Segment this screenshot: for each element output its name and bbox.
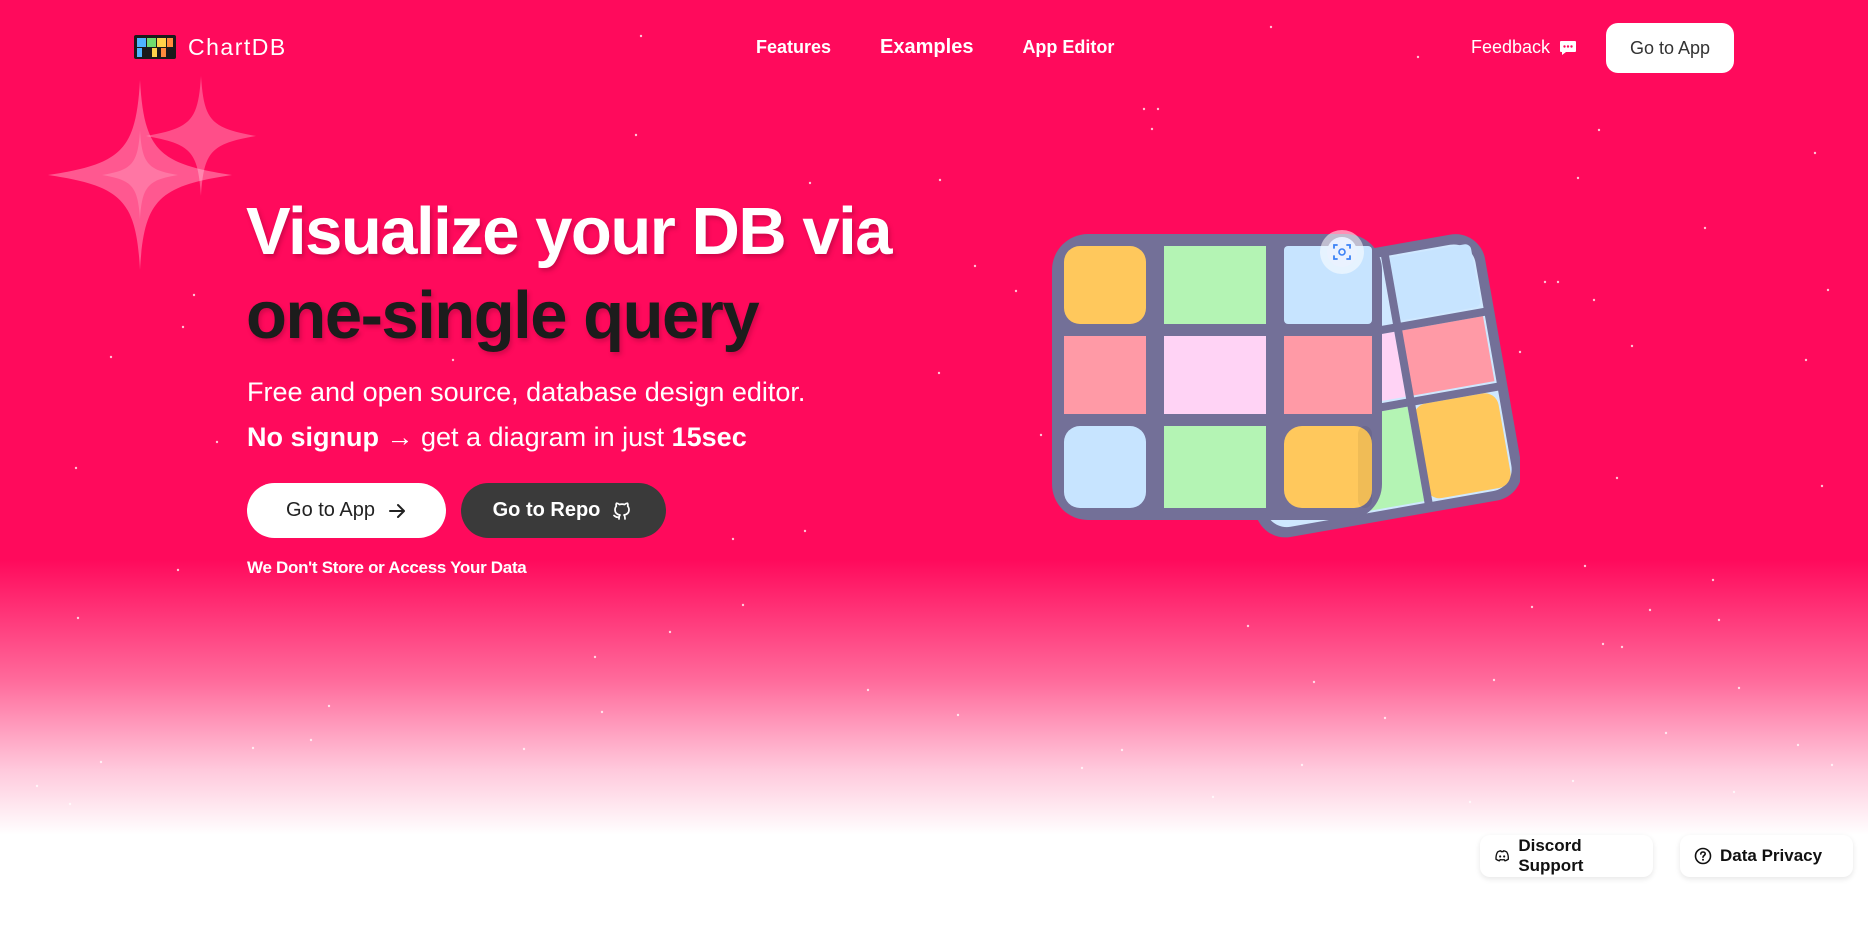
chartdb-logo-icon xyxy=(134,35,176,59)
site-header: ChartDB Features Examples App Editor Fee… xyxy=(0,0,1868,96)
hero-section: ChartDB Features Examples App Editor Fee… xyxy=(0,0,1868,925)
question-circle-icon xyxy=(1694,847,1712,865)
speech-bubble-icon xyxy=(1560,40,1577,55)
discord-support-label: Discord Support xyxy=(1518,836,1584,875)
subtitle-no-signup: No signup xyxy=(247,422,379,452)
hero-headline: Visualize your DB via one-single query xyxy=(246,190,892,358)
subtitle-middle: → get a diagram in just xyxy=(378,422,672,452)
feedback-link[interactable]: Feedback xyxy=(1471,37,1577,58)
data-privacy-button[interactable]: Data Privacy xyxy=(1680,835,1853,877)
star-field xyxy=(35,25,1834,806)
focus-scan-icon xyxy=(1320,230,1364,274)
go-to-repo-label: Go to Repo xyxy=(492,499,601,521)
brand-logo[interactable]: ChartDB xyxy=(134,33,287,61)
subtitle-line-2: No signup → get a diagram in just 15sec xyxy=(247,415,805,460)
github-icon xyxy=(613,501,631,520)
main-nav: Features Examples App Editor xyxy=(756,36,1163,59)
data-privacy-note: We Don't Store or Access Your Data xyxy=(247,558,527,577)
database-grid-illustration xyxy=(1052,230,1520,538)
hero-go-to-repo-button[interactable]: Go to Repo xyxy=(461,483,666,538)
nav-features[interactable]: Features xyxy=(756,37,831,58)
header-go-to-app-button[interactable]: Go to App xyxy=(1606,23,1734,73)
discord-support-button[interactable]: Discord Support xyxy=(1480,835,1653,877)
hero-go-to-app-button[interactable]: Go to App xyxy=(247,483,446,538)
data-privacy-label: Data Privacy xyxy=(1720,846,1823,865)
discord-icon xyxy=(1495,850,1510,862)
feedback-label: Feedback xyxy=(1471,37,1551,57)
headline-line-1: Visualize your DB via xyxy=(246,194,892,269)
nav-examples[interactable]: Examples xyxy=(880,36,973,59)
subtitle-duration: 15sec xyxy=(671,422,747,452)
nav-app-editor[interactable]: App Editor xyxy=(1022,37,1114,58)
headline-line-2: one-single query xyxy=(246,278,760,353)
hero-subtitle: Free and open source, database design ed… xyxy=(247,370,805,460)
go-to-app-label: Go to App xyxy=(286,499,375,521)
brand-name: ChartDB xyxy=(188,33,287,60)
subtitle-line-1: Free and open source, database design ed… xyxy=(247,377,806,407)
arrow-right-icon xyxy=(388,503,405,518)
